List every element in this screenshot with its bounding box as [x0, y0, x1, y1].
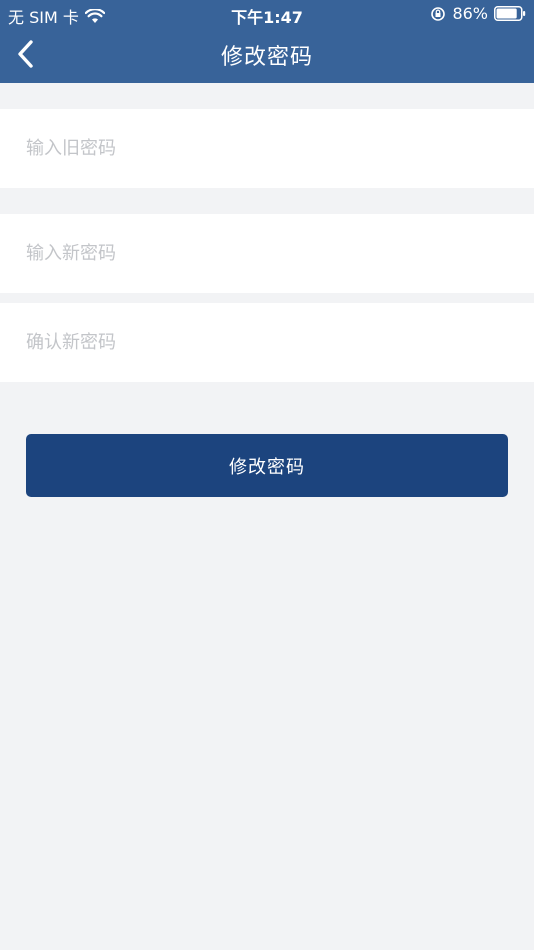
rotation-lock-icon [430, 6, 446, 22]
page-title: 修改密码 [220, 45, 313, 70]
battery-fill [496, 8, 517, 19]
new-password-row [0, 214, 534, 293]
old-password-row [0, 109, 534, 188]
change-password-button[interactable]: 修改密码 [26, 434, 508, 497]
old-password-input[interactable] [26, 109, 506, 188]
battery-icon [494, 6, 526, 21]
app-header: 无 SIM 卡 下午1:47 86% 修改密码 [0, 0, 534, 83]
new-password-input[interactable] [26, 214, 506, 293]
confirm-password-input[interactable] [26, 303, 506, 382]
battery-percent: 86% [452, 4, 488, 23]
status-right: 86% [430, 4, 526, 23]
confirm-password-row [0, 303, 534, 382]
nav-bar: 修改密码 [0, 28, 534, 83]
status-bar: 无 SIM 卡 下午1:47 86% [0, 0, 534, 28]
